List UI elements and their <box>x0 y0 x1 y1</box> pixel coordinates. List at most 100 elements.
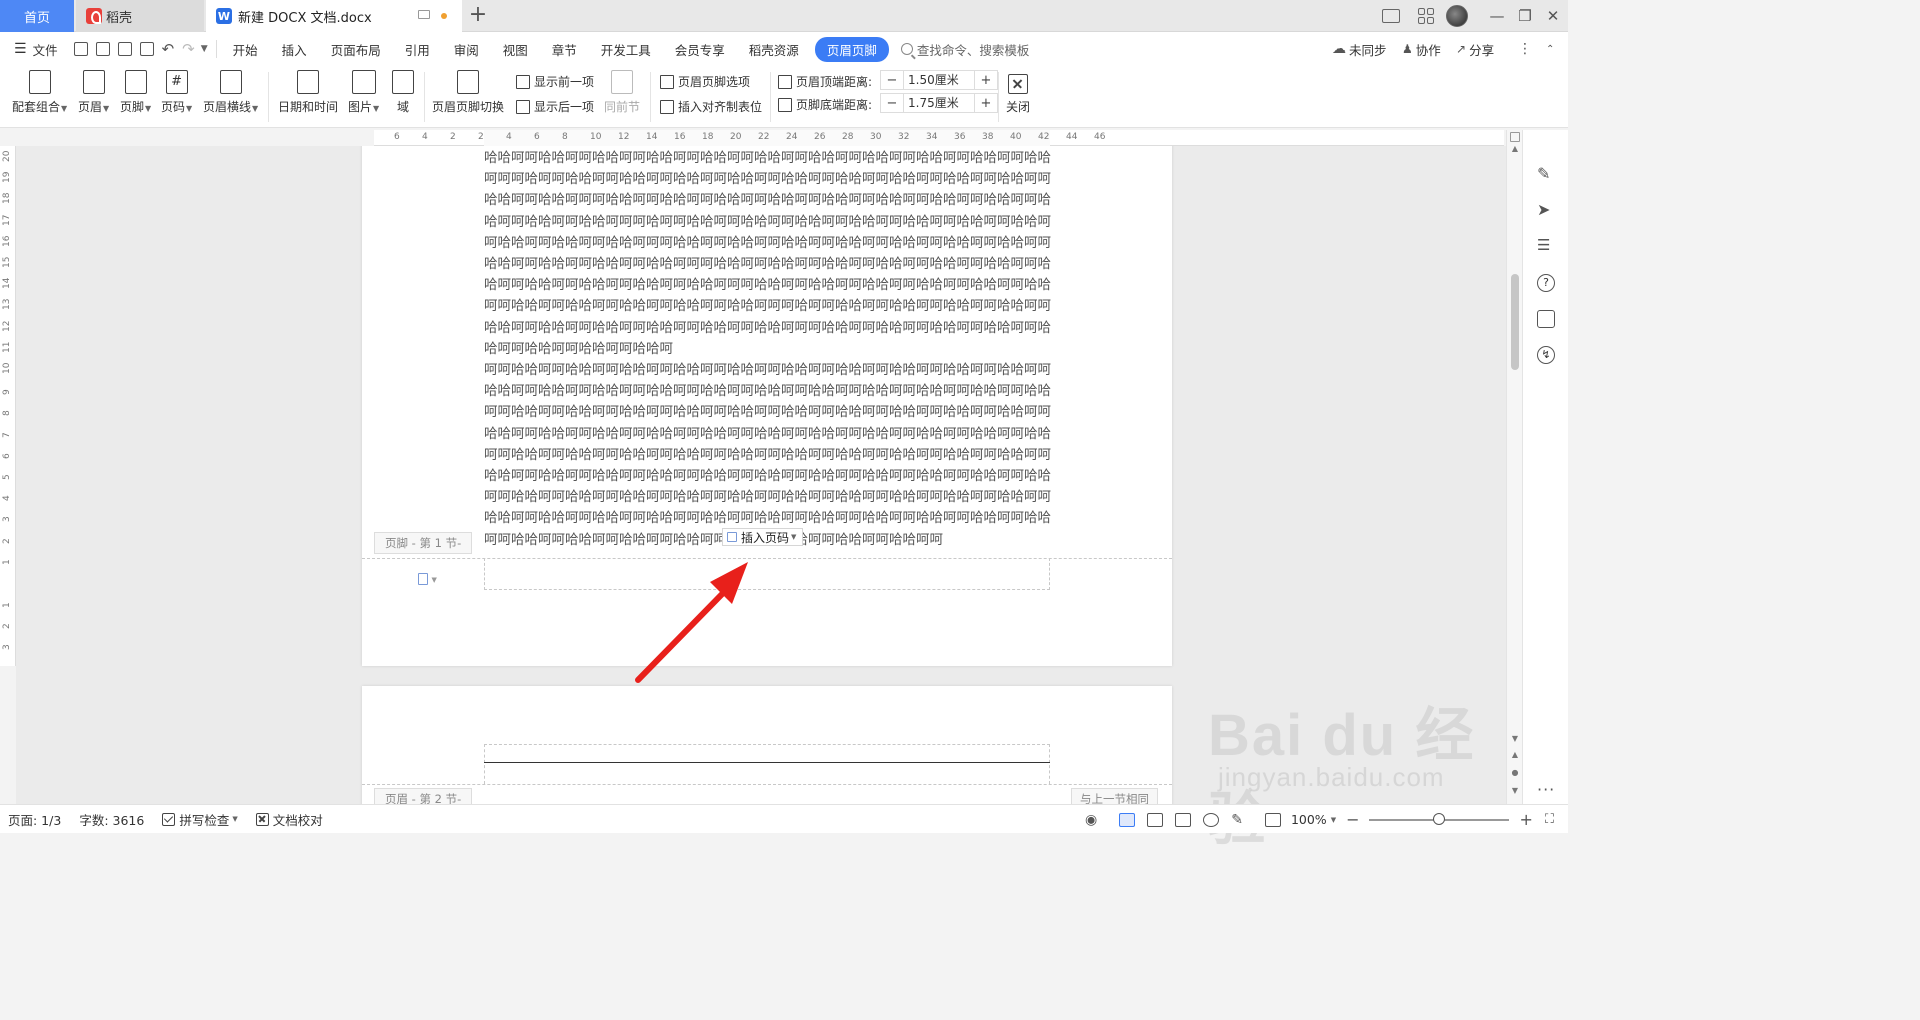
print-icon[interactable] <box>117 42 132 56</box>
footer-bottom-decrease[interactable]: − <box>881 96 903 111</box>
menu-review[interactable]: 审阅 <box>442 40 491 59</box>
collaborate-button[interactable]: ♟ 协作 <box>1402 40 1441 59</box>
tab-home[interactable]: 首页 <box>0 0 74 32</box>
eye-protection-icon[interactable]: ◉ <box>1085 812 1097 828</box>
menu-start[interactable]: 开始 <box>221 40 270 59</box>
fit-page-icon[interactable] <box>1264 812 1281 827</box>
show-next-button[interactable]: 显示后一项 <box>516 98 594 115</box>
layout-toggle-icon[interactable] <box>1382 0 1400 32</box>
export-icon[interactable] <box>95 42 110 56</box>
footer-button[interactable]: 页脚▼ <box>120 70 151 115</box>
vertical-ruler[interactable]: 20 19 18 17 16 15 14 13 12 11 10 9 8 7 6 5 4 3 2 1 1 2 3 <box>0 146 16 666</box>
cursor-icon[interactable]: ➤ <box>1537 200 1555 219</box>
backup-icon[interactable] <box>1537 310 1555 328</box>
restore-button[interactable]: ❐ <box>1510 0 1540 32</box>
apps-grid-icon[interactable] <box>1418 0 1434 32</box>
minimize-button[interactable]: — <box>1482 0 1512 32</box>
split-view-icon[interactable] <box>1510 132 1520 142</box>
collapse-ribbon-icon[interactable]: ⌃ <box>1546 44 1554 55</box>
close-header-footer-button[interactable]: 关闭 <box>1006 74 1030 115</box>
more-options-icon[interactable]: ··· <box>1537 780 1555 799</box>
word-count[interactable]: 字数: 3616 <box>71 810 154 829</box>
chevron-down-icon[interactable]: ▼ <box>201 44 208 54</box>
vertical-scrollbar[interactable]: ▲ ▼ ▲ ● ▼ <box>1506 130 1522 804</box>
menu-section[interactable]: 章节 <box>540 40 589 59</box>
header-line-button[interactable]: 页眉横线▼ <box>203 70 258 115</box>
page-number-button[interactable]: # 页码▼ <box>161 70 192 115</box>
page-2[interactable]: 页眉 - 第 2 节- 与上一节相同 <box>362 686 1172 804</box>
menu-file[interactable]: 文件 <box>27 40 70 59</box>
same-as-prev-button[interactable]: 同前节 <box>604 70 640 115</box>
footer-bottom-stepper[interactable]: − 1.75厘米 + <box>880 93 998 113</box>
page-body-text[interactable]: 哈哈呵呵哈哈呵呵哈哈呵呵哈哈呵呵哈哈呵呵哈哈呵呵哈哈呵呵哈哈呵呵哈哈呵呵哈哈呵呵… <box>484 148 1054 551</box>
paragraph-2[interactable]: 呵呵哈哈呵呵哈哈呵呵哈哈呵呵哈哈呵呵哈哈呵呵哈哈呵呵哈哈呵呵哈哈呵呵哈哈呵呵哈哈… <box>484 360 1054 551</box>
header-top-stepper[interactable]: − 1.50厘米 + <box>880 70 998 90</box>
next-page-icon[interactable]: ▼ <box>1510 786 1520 795</box>
pen-mode-icon[interactable]: ✎ <box>1231 812 1243 828</box>
new-tab-button[interactable]: + <box>468 2 488 27</box>
show-prev-button[interactable]: 显示前一项 <box>516 73 594 90</box>
menu-member[interactable]: 会员专享 <box>663 40 737 59</box>
hamburger-icon[interactable]: ☰ <box>14 41 27 57</box>
menu-docer-resources[interactable]: 稻壳资源 <box>737 40 811 59</box>
select-browse-icon[interactable]: ● <box>1510 768 1520 777</box>
chevron-down-icon[interactable]: ▼ <box>1331 816 1336 824</box>
menu-developer[interactable]: 开发工具 <box>589 40 663 59</box>
save-icon[interactable] <box>73 42 88 56</box>
scrollbar-thumb[interactable] <box>1511 274 1519 370</box>
close-window-button[interactable]: ✕ <box>1538 0 1568 32</box>
tab-docer[interactable]: 稻壳 <box>76 0 204 32</box>
set-combo-button[interactable]: 配套组合▼ <box>12 70 67 115</box>
zoom-slider[interactable] <box>1369 812 1510 825</box>
web-view-icon[interactable] <box>1203 812 1220 827</box>
header-button[interactable]: 页眉▼ <box>78 70 109 115</box>
menu-reference[interactable]: 引用 <box>393 40 442 59</box>
pen-icon[interactable]: ✎ <box>1537 164 1555 183</box>
monitor-icon[interactable] <box>418 10 430 19</box>
sync-button[interactable]: ☁ 未同步 <box>1332 40 1387 59</box>
print-preview-icon[interactable] <box>139 42 154 56</box>
field-button[interactable]: 域 <box>392 70 414 115</box>
undo-icon[interactable]: ↶ <box>162 40 175 58</box>
menu-layout[interactable]: 页面布局 <box>319 40 393 59</box>
sliders-icon[interactable]: ☰ <box>1537 236 1555 254</box>
page-indicator[interactable]: 页面: 1/3 <box>0 810 71 829</box>
scroll-down-icon[interactable]: ▼ <box>1510 734 1520 743</box>
footer-options-dropdown[interactable]: ▼ <box>418 572 448 586</box>
avatar[interactable] <box>1446 0 1468 32</box>
command-search[interactable]: 查找命令、搜索模板 <box>900 40 1029 59</box>
header-footer-options-button[interactable]: 页眉页脚选项 <box>660 73 750 90</box>
menu-view[interactable]: 视图 <box>491 40 540 59</box>
lightning-icon[interactable]: ↯ <box>1537 346 1555 364</box>
page-view-icon[interactable] <box>1119 812 1136 827</box>
outline-view-icon[interactable] <box>1147 812 1164 827</box>
prev-page-icon[interactable]: ▲ <box>1510 750 1520 759</box>
header-top-value[interactable]: 1.50厘米 <box>903 71 975 89</box>
menu-header-footer[interactable]: 页眉页脚 <box>814 36 889 62</box>
insert-align-tab-button[interactable]: 插入对齐制表位 <box>660 98 762 115</box>
paragraph-1[interactable]: 哈哈呵呵哈哈呵呵哈哈呵呵哈哈呵呵哈哈呵呵哈哈呵呵哈哈呵呵哈哈呵呵哈哈呵呵哈哈呵呵… <box>484 148 1054 360</box>
zoom-slider-knob[interactable] <box>1433 812 1446 825</box>
zoom-level[interactable]: 100% <box>1291 812 1327 827</box>
horizontal-ruler[interactable]: 6 4 2 2 4 6 8 10 12 14 16 18 20 22 24 26 28 30 32 34 36 38 40 4… <box>374 130 1504 146</box>
share-button[interactable]: ↗ 分享 <box>1456 40 1494 59</box>
zoom-in-button[interactable]: + <box>1519 810 1532 829</box>
scroll-up-icon[interactable]: ▲ <box>1510 144 1520 153</box>
datetime-button[interactable]: 日期和时间 <box>278 70 338 115</box>
reading-view-icon[interactable] <box>1175 812 1192 827</box>
footer-bottom-value[interactable]: 1.75厘米 <box>903 94 975 112</box>
footer-bottom-increase[interactable]: + <box>975 96 997 111</box>
zoom-out-button[interactable]: − <box>1346 810 1359 829</box>
menu-insert[interactable]: 插入 <box>270 40 319 59</box>
header-top-decrease[interactable]: − <box>881 73 903 88</box>
page-1[interactable]: 哈哈呵呵哈哈呵呵哈哈呵呵哈哈呵呵哈哈呵呵哈哈呵呵哈哈呵呵哈哈呵呵哈哈呵呵哈哈呵呵… <box>362 146 1172 666</box>
help-icon[interactable]: ? <box>1537 274 1555 292</box>
picture-button[interactable]: 图片▼ <box>348 70 379 115</box>
more-icon[interactable]: ⋮ <box>1518 41 1532 57</box>
footer-edit-area[interactable] <box>484 558 1050 590</box>
redo-icon[interactable]: ↷ <box>182 40 195 58</box>
header-footer-switch-button[interactable]: 页眉页脚切换 <box>432 70 504 115</box>
header-edit-area[interactable] <box>484 744 1050 784</box>
proofread-button[interactable]: 文档校对 <box>248 810 333 829</box>
spell-check-button[interactable]: 拼写检查 ▼ <box>154 810 247 829</box>
